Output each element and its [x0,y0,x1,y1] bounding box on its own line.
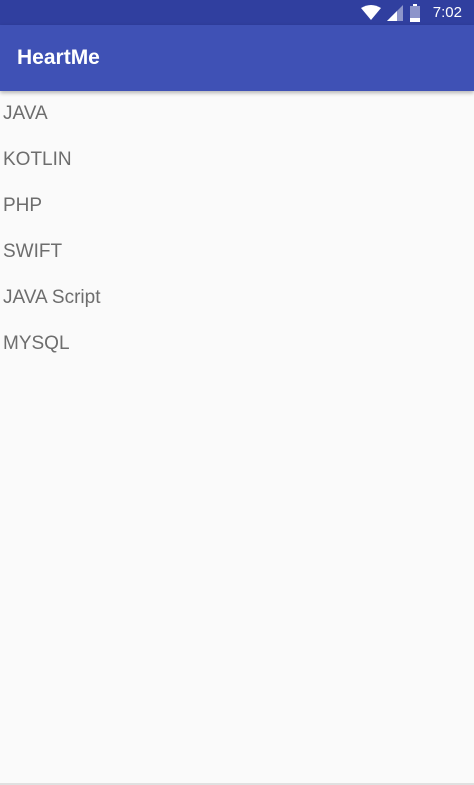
battery-icon [409,3,421,22]
list-item-mysql[interactable]: MYSQL [0,321,474,367]
status-bar: 7:02 [0,0,474,25]
list-item-kotlin[interactable]: KOTLIN [0,137,474,183]
language-list: JAVA KOTLIN PHP SWIFT JAVA Script MYSQL [0,91,474,367]
app-title: HeartMe [17,46,100,69]
status-icons: 7:02 [360,0,462,25]
list-item-php[interactable]: PHP [0,183,474,229]
status-time: 7:02 [432,4,462,21]
list-item-swift[interactable]: SWIFT [0,229,474,275]
app-bar: HeartMe [0,25,474,91]
wifi-icon [360,4,381,21]
app-screen: 7:02 HeartMe JAVA KOTLIN PHP SWIFT JAVA … [0,0,474,785]
list-item-java[interactable]: JAVA [0,91,474,137]
signal-icon [386,4,403,21]
list-item-java-script[interactable]: JAVA Script [0,275,474,321]
